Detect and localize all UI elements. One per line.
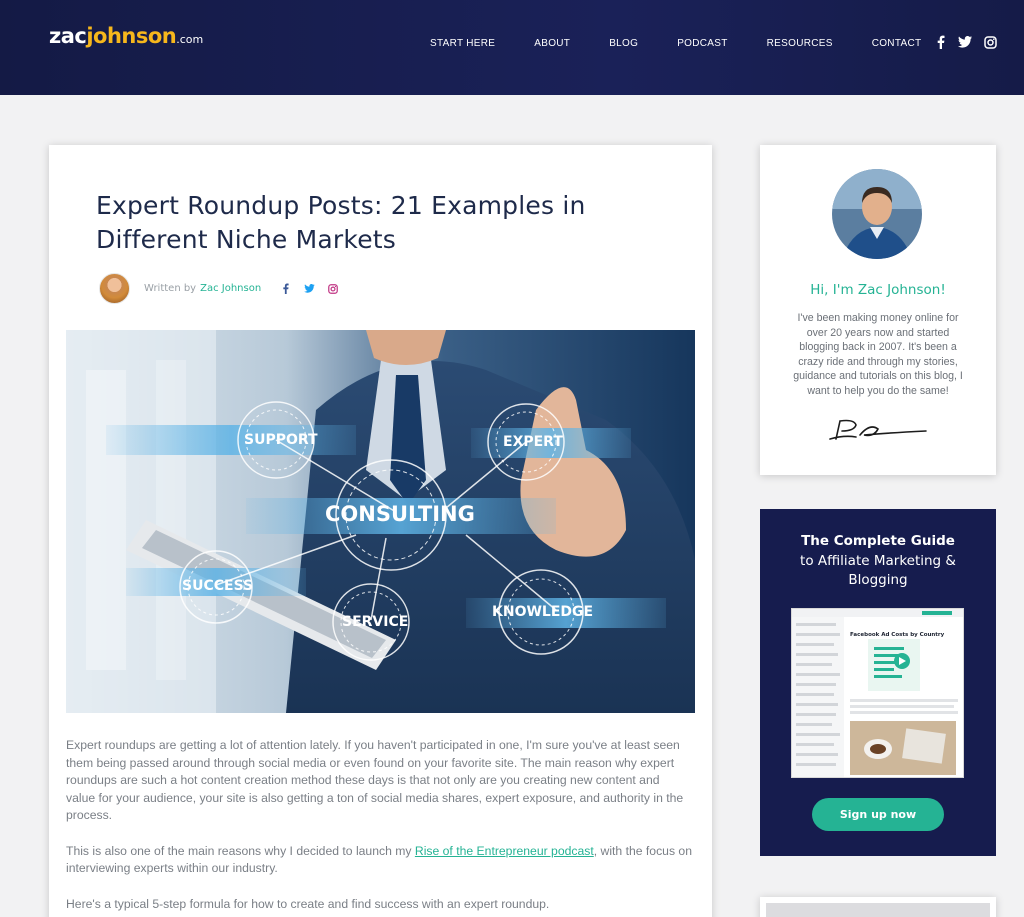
post-title: Expert Roundup Posts: 21 Examples in Dif… (96, 191, 586, 254)
paragraph-text: This is also one of the main reasons why… (66, 843, 415, 858)
hero-label-knowledge: KNOWLEDGE (492, 604, 594, 620)
facebook-icon[interactable] (933, 35, 947, 49)
logo-part-johnson: johnson (86, 24, 177, 48)
article-paragraph: Here's a typical 5-step formula for how … (66, 896, 550, 911)
nav-blog[interactable]: BLOG (609, 38, 638, 49)
nav-resources[interactable]: RESOURCES (767, 38, 833, 49)
author-link[interactable]: Zac Johnson (200, 283, 261, 294)
hero-label-support: SUPPORT (244, 432, 318, 448)
nav-about[interactable]: ABOUT (534, 38, 570, 49)
about-card: Hi, I'm Zac Johnson! I've been making mo… (760, 145, 996, 475)
guide-preview-image: Facebook Ad Costs by Country (791, 608, 964, 778)
article-paragraph: Expert roundups are getting a lot of att… (66, 738, 684, 822)
nav-podcast[interactable]: PODCAST (677, 38, 727, 49)
site-logo[interactable]: zacjohnson.com (49, 24, 203, 48)
site-header: zacjohnson.com START HERE ABOUT BLOG POD… (0, 0, 1024, 95)
article-body: Expert roundups are getting a lot of att… (66, 737, 692, 917)
header-social-links (933, 35, 997, 49)
written-by-label: Written by (144, 283, 197, 294)
author-avatar[interactable] (99, 273, 130, 304)
guide-subtitle: to Affiliate Marketing & Blogging (800, 553, 956, 588)
hero-label-service: SERVICE (342, 614, 409, 630)
logo-part-dotcom: .com (176, 33, 204, 46)
facebook-icon[interactable] (279, 283, 291, 295)
article-card: Expert Roundup Posts: 21 Examples in Dif… (49, 145, 712, 917)
sidebar-avatar (832, 169, 922, 259)
guide-preview-heading: Facebook Ad Costs by Country (850, 632, 945, 638)
sidebar-bio: I've been making money online for over 2… (793, 312, 963, 397)
guide-title: The Complete Guide (801, 533, 955, 549)
instagram-icon[interactable] (983, 35, 997, 49)
article-paragraph: This is also one of the main reasons why… (66, 843, 692, 878)
guide-card: The Complete Guide to Affiliate Marketin… (760, 509, 996, 856)
sidebar-greeting: Hi, I'm Zac Johnson! (810, 282, 946, 298)
twitter-icon[interactable] (303, 283, 315, 295)
hero-label-expert: EXPERT (503, 434, 563, 450)
sidebar-card-image (766, 903, 990, 917)
hero-label-success: SUCCESS (182, 578, 254, 594)
nav-start-here[interactable]: START HERE (430, 38, 495, 49)
sidebar-card-partial (760, 897, 996, 917)
main-nav: START HERE ABOUT BLOG PODCAST RESOURCES … (430, 38, 921, 49)
signup-button[interactable]: Sign up now (812, 798, 944, 831)
author-social-links (279, 283, 339, 295)
hero-label-consulting: CONSULTING (325, 502, 475, 526)
nav-contact[interactable]: CONTACT (872, 38, 922, 49)
podcast-link[interactable]: Rise of the Entrepreneur podcast (415, 844, 594, 858)
instagram-icon[interactable] (327, 283, 339, 295)
twitter-icon[interactable] (958, 35, 972, 49)
hero-image: SUPPORT EXPERT CONSULTING SUCCESS SERVIC… (66, 330, 695, 713)
signature-image (826, 415, 930, 449)
byline: Written by Zac Johnson (99, 273, 339, 304)
logo-part-zac: zac (49, 24, 87, 48)
